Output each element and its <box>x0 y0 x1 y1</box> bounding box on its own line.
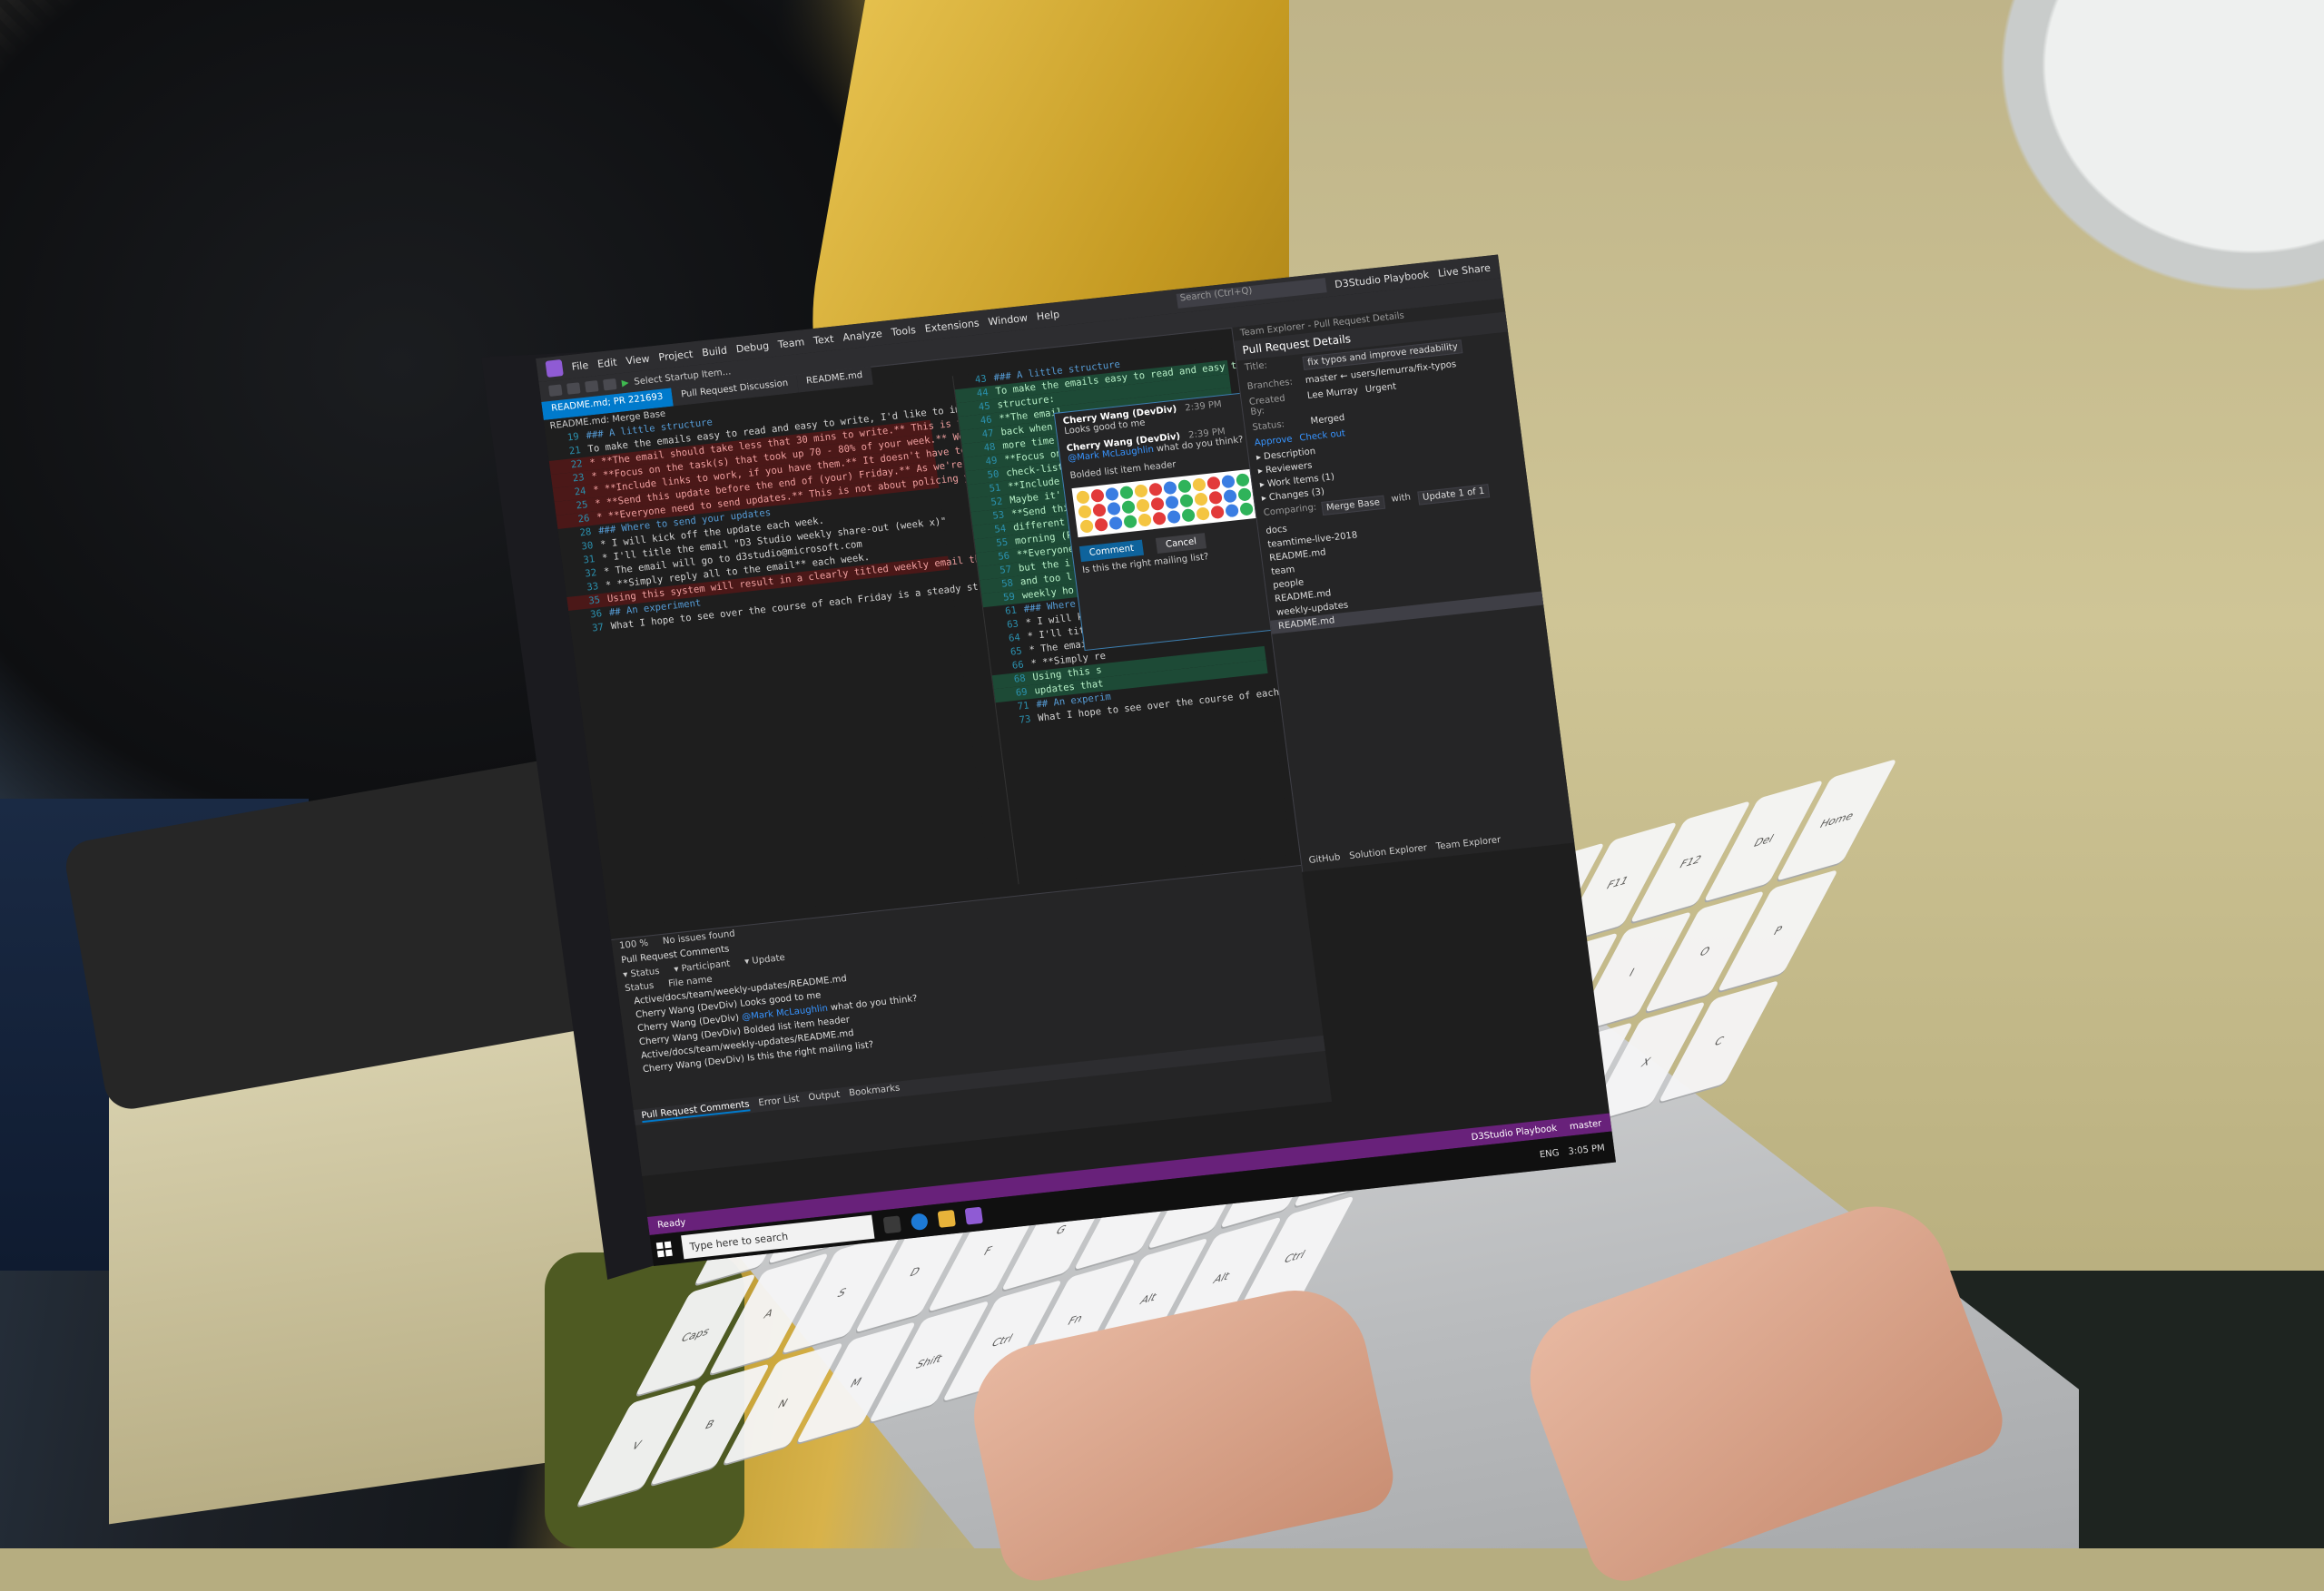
emoji-icon[interactable] <box>1134 484 1148 498</box>
emoji-icon[interactable] <box>1094 517 1109 532</box>
emoji-icon[interactable] <box>1194 492 1208 506</box>
undo-icon[interactable] <box>603 378 617 391</box>
menu-item-project[interactable]: Project <box>658 348 694 363</box>
panel-tab[interactable]: Team Explorer <box>1435 835 1502 852</box>
panel-tabs: GitHub Solution Explorer Team Explorer <box>1308 835 1502 866</box>
save-icon[interactable] <box>585 380 599 393</box>
menu-item-extensions[interactable]: Extensions <box>924 317 980 334</box>
comparing-with: with <box>1390 492 1412 505</box>
status-value: Merged <box>1310 412 1346 427</box>
menu-item-file[interactable]: File <box>571 358 589 372</box>
emoji-icon[interactable] <box>1181 508 1196 523</box>
emoji-icon[interactable] <box>1196 506 1211 521</box>
visual-studio-taskbar-icon[interactable] <box>964 1206 983 1225</box>
emoji-icon[interactable] <box>1119 485 1134 500</box>
tab-bookmarks[interactable]: Bookmarks <box>849 1083 901 1100</box>
clock[interactable]: 3:05 PM <box>1568 1143 1606 1156</box>
menu-item-debug[interactable]: Debug <box>735 339 770 355</box>
emoji-icon[interactable] <box>1121 499 1136 515</box>
emoji-icon[interactable] <box>1177 479 1192 494</box>
emoji-icon[interactable] <box>1165 495 1179 510</box>
panel-tab[interactable]: Solution Explorer <box>1349 843 1428 861</box>
emoji-icon[interactable] <box>1090 488 1105 503</box>
back-icon[interactable] <box>548 384 563 397</box>
tab-pull-request-comments[interactable]: Pull Request Comments <box>640 1099 751 1124</box>
emoji-icon[interactable] <box>1108 516 1124 531</box>
code-lines-left: 19 ### A little structure 21 To make the em… <box>546 393 1004 638</box>
emoji-icon[interactable] <box>1239 502 1255 516</box>
emoji-icon[interactable] <box>1221 474 1236 489</box>
airplane-window <box>1961 0 2324 327</box>
status-ready: Ready <box>656 1217 687 1231</box>
language-indicator[interactable]: ENG <box>1539 1148 1560 1160</box>
start-icon[interactable] <box>655 1241 673 1258</box>
emoji-icon[interactable] <box>1148 482 1163 497</box>
emoji-icon[interactable] <box>1223 488 1237 504</box>
emoji-icon[interactable] <box>1210 505 1226 520</box>
created-by-label: Created By: <box>1248 393 1286 417</box>
menu-item-window[interactable]: Window <box>988 311 1029 328</box>
menu-item-text[interactable]: Text <box>812 332 834 346</box>
approve-button[interactable]: Approve <box>1254 434 1293 447</box>
emoji-icon[interactable] <box>1163 480 1177 496</box>
emoji-icon[interactable] <box>1078 505 1092 519</box>
emoji-icon[interactable] <box>1137 513 1153 527</box>
branch-name[interactable]: master <box>1569 1118 1602 1132</box>
created-by-value: Lee Murray <box>1306 385 1359 402</box>
emoji-icon[interactable] <box>1136 498 1150 513</box>
menu-item-team[interactable]: Team <box>777 336 805 350</box>
emoji-icon[interactable] <box>1192 477 1206 492</box>
tab-error-list[interactable]: Error List <box>758 1094 801 1110</box>
menu-item-build[interactable]: Build <box>701 344 727 358</box>
menu-item-help[interactable]: Help <box>1036 308 1060 322</box>
line-number: 37 <box>591 622 605 634</box>
visual-studio-icon <box>545 358 564 378</box>
emoji-icon[interactable] <box>1167 509 1182 525</box>
emoji-icon[interactable] <box>1123 514 1138 529</box>
emoji-icon[interactable] <box>1206 476 1221 491</box>
panel-tab[interactable]: GitHub <box>1308 852 1341 866</box>
edge-icon[interactable] <box>910 1213 929 1232</box>
menu-item-view[interactable]: View <box>625 352 651 367</box>
file-explorer-icon[interactable] <box>937 1209 956 1228</box>
emoji-icon[interactable] <box>1076 490 1090 505</box>
urgent-checkbox[interactable]: Urgent <box>1364 381 1398 405</box>
emoji-icon[interactable] <box>1208 490 1223 506</box>
emoji-icon[interactable] <box>1105 486 1119 502</box>
emoji-icon[interactable] <box>1225 503 1240 518</box>
column-header[interactable]: Status <box>625 981 655 994</box>
zoom-level[interactable]: 100 % <box>619 938 649 951</box>
laptop-screen: File Edit View Project Build Debug Team Text Ana… <box>536 254 1616 1266</box>
emoji-icon[interactable] <box>1150 496 1165 512</box>
menu-item-edit[interactable]: Edit <box>596 356 617 369</box>
emoji-icon[interactable] <box>1092 503 1107 517</box>
comment-status: Active <box>640 1047 670 1062</box>
emoji-icon[interactable] <box>1107 501 1121 516</box>
emoji-icon[interactable] <box>1152 511 1167 526</box>
emoji-icon[interactable] <box>1079 519 1095 534</box>
system-tray: ENG 3:05 PM <box>1539 1142 1614 1160</box>
tab-output[interactable]: Output <box>808 1090 841 1105</box>
emoji-icon[interactable] <box>1236 473 1250 487</box>
forward-icon[interactable] <box>566 382 581 395</box>
task-view-icon[interactable] <box>882 1215 901 1234</box>
live-share-button[interactable]: Live Share <box>1437 261 1491 279</box>
comment-status: Active <box>633 993 664 1007</box>
emoji-icon[interactable] <box>1237 487 1252 502</box>
line-number: 73 <box>1019 713 1032 726</box>
menu-item-analyze[interactable]: Analyze <box>842 327 882 343</box>
diff-editor-left[interactable]: README.md: Merge Base 19 ### A little str… <box>543 378 1004 928</box>
emoji-icon[interactable] <box>1179 494 1194 508</box>
menu-item-tools[interactable]: Tools <box>891 323 917 338</box>
play-icon[interactable]: ▶ <box>621 378 629 388</box>
